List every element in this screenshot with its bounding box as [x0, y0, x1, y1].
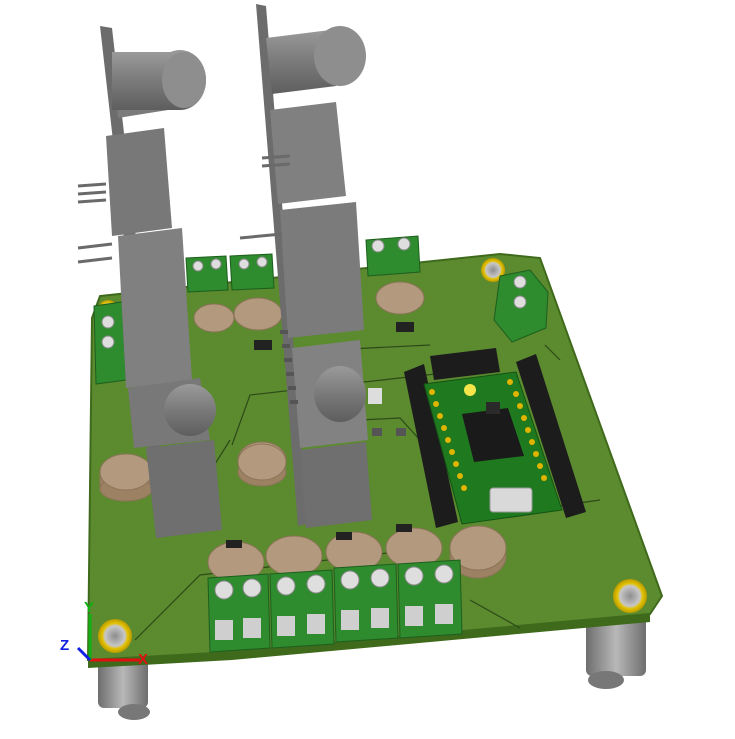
- screw-terminal[interactable]: [207, 573, 271, 653]
- mount-hole-icon: [613, 579, 647, 613]
- screw-terminal[interactable]: [397, 559, 463, 639]
- mount-hole-icon: [98, 619, 132, 653]
- usb-connector[interactable]: [489, 487, 533, 513]
- screw-terminal[interactable]: [333, 563, 399, 643]
- screw-terminal[interactable]: [269, 569, 335, 649]
- z-axis-label: Z: [60, 637, 69, 654]
- y-axis-label: Y: [84, 599, 94, 616]
- x-axis-label: X: [138, 651, 148, 668]
- led-icon: [464, 384, 476, 396]
- cad-3d-viewport[interactable]: X Y Z: [0, 0, 735, 739]
